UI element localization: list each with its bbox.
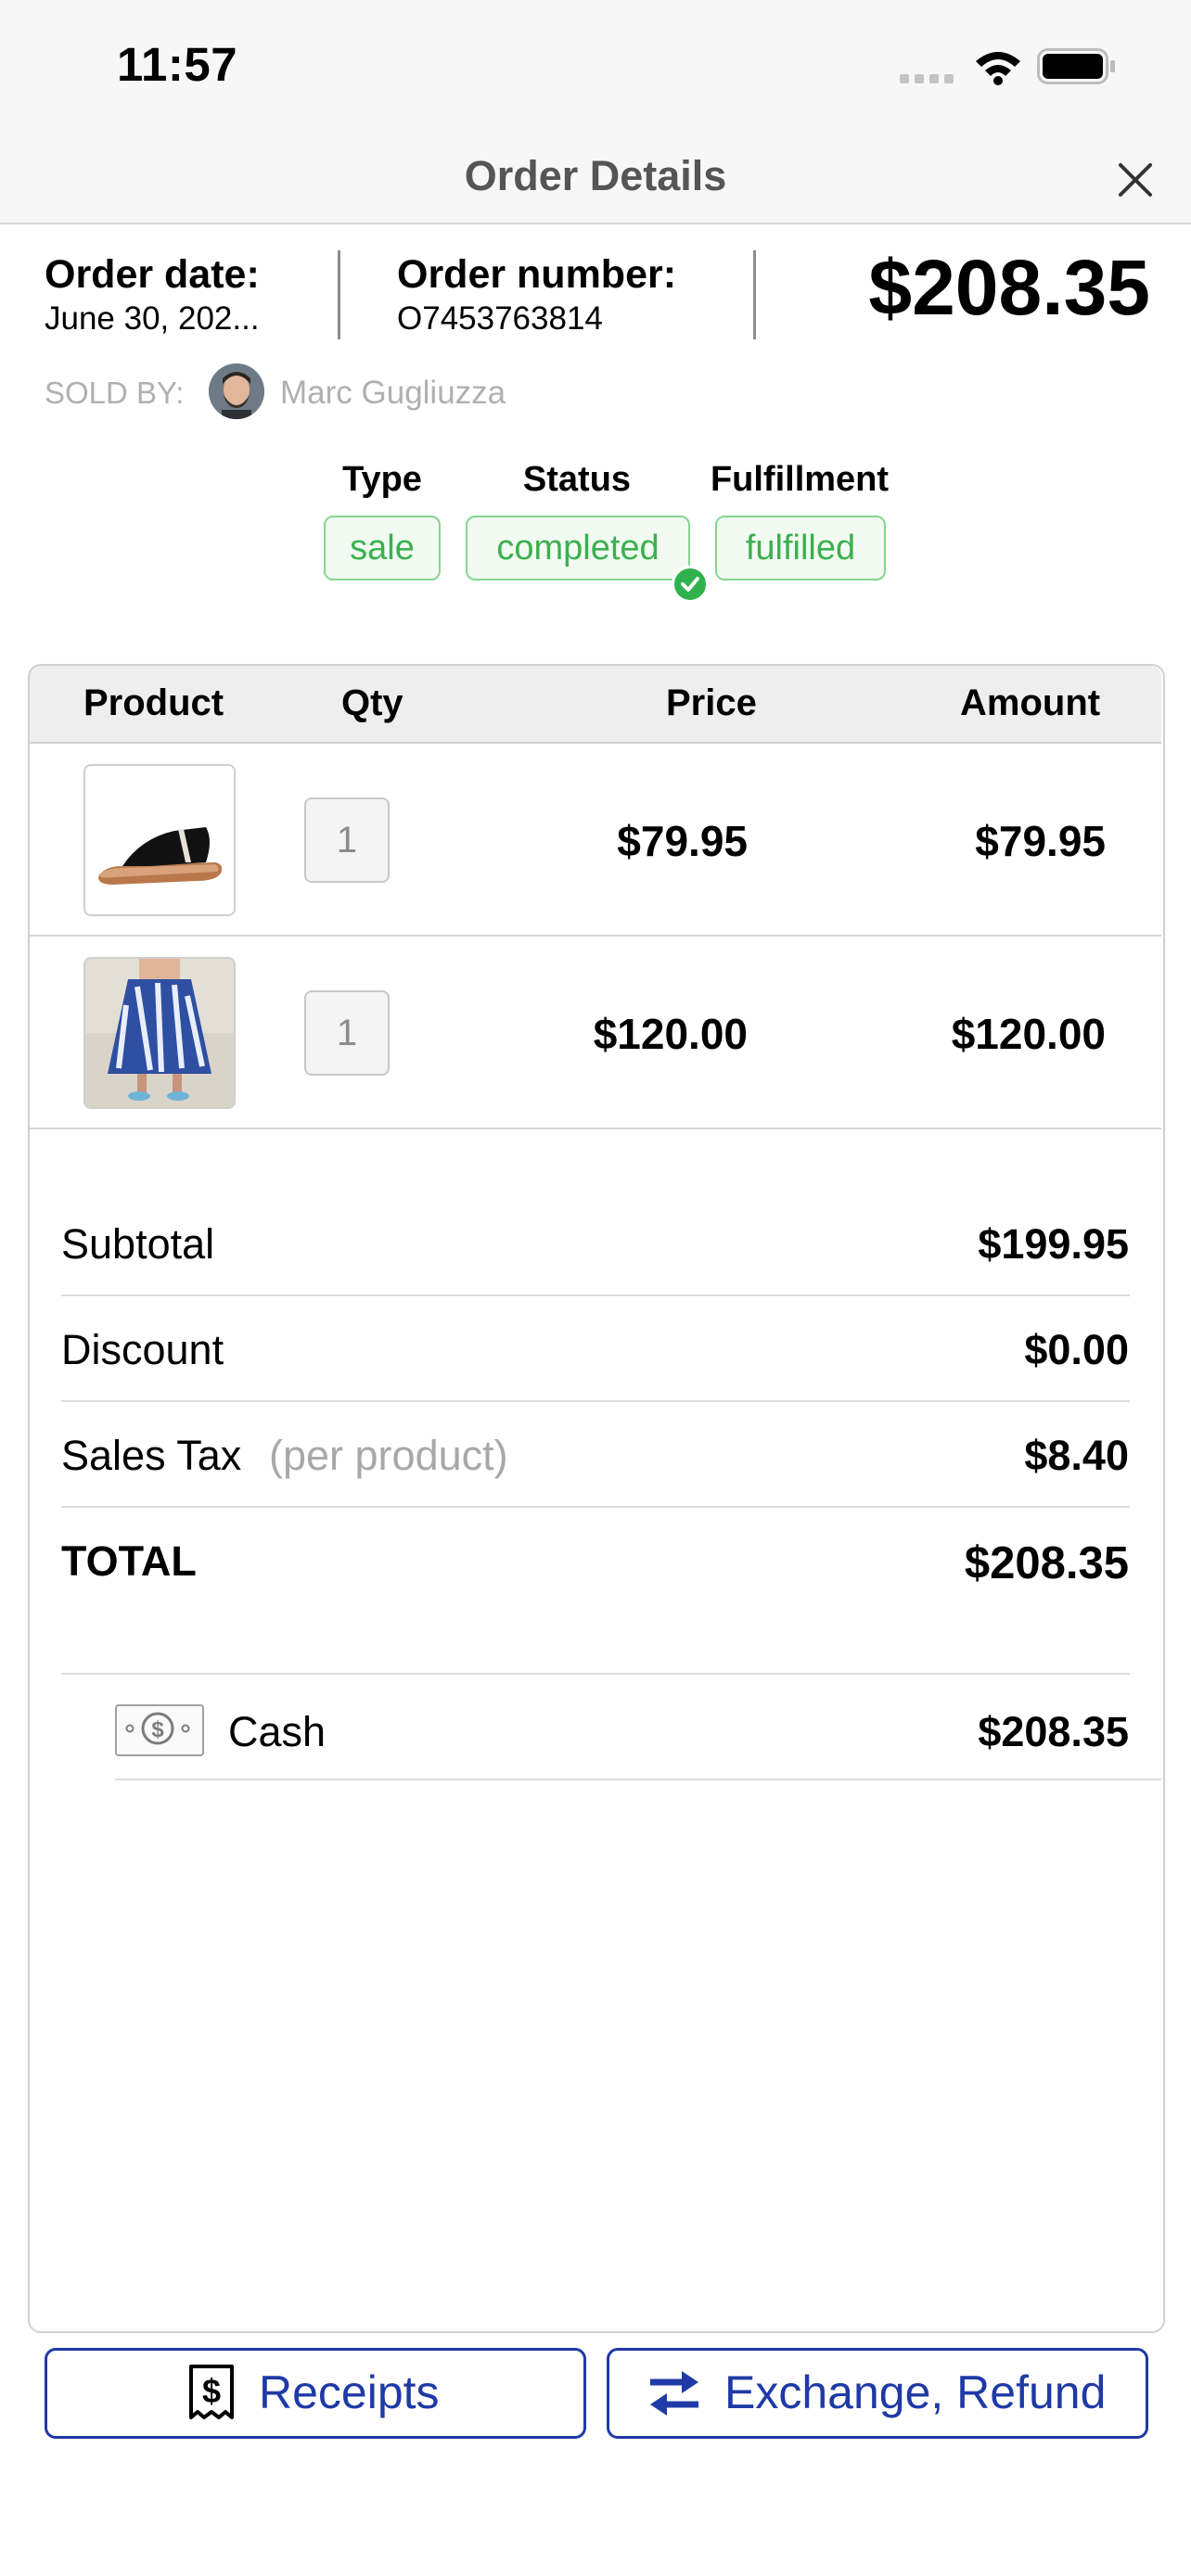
discount-value: $0.00 — [1024, 1326, 1129, 1373]
sales-tax-label: Sales Tax — [61, 1432, 242, 1479]
signal-icon — [900, 74, 954, 83]
check-icon — [672, 566, 709, 603]
status-bar: 11:57 — [0, 0, 1191, 130]
divider — [61, 1294, 1130, 1296]
column-header-product: Product — [83, 682, 224, 723]
cash-icon: $ — [115, 1704, 204, 1756]
seller-name: Marc Gugliuzza — [280, 375, 506, 411]
amount-cell: $79.95 — [975, 817, 1106, 865]
table-row[interactable]: 1 $79.95 $79.95 — [30, 744, 1161, 935]
avatar — [209, 363, 264, 419]
fulfillment-label: Fulfillment — [710, 460, 890, 499]
sold-by-label: SOLD BY: — [45, 376, 185, 410]
sales-tax-note: (per product) — [269, 1432, 508, 1479]
receipts-label: Receipts — [259, 2366, 440, 2418]
svg-text:$: $ — [202, 2372, 221, 2410]
swap-arrows-icon — [650, 2371, 698, 2416]
qty-field[interactable]: 1 — [304, 797, 390, 883]
order-date-value: June 30, 202... — [45, 300, 260, 337]
divider — [61, 1506, 1130, 1508]
subtotal-label: Subtotal — [61, 1220, 215, 1268]
exchange-refund-button[interactable]: Exchange, Refund — [607, 2348, 1148, 2439]
order-total: $208.35 — [868, 244, 1150, 331]
battery-icon — [1037, 48, 1115, 84]
divider — [338, 250, 340, 339]
payment-method: Cash — [228, 1708, 327, 1755]
order-date-label: Order date: — [45, 252, 260, 297]
receipt-icon: $ — [189, 2365, 234, 2419]
column-header-amount: Amount — [960, 682, 1101, 723]
column-header-qty: Qty — [341, 682, 403, 723]
exchange-refund-label: Exchange, Refund — [724, 2366, 1107, 2418]
discount-label: Discount — [61, 1326, 224, 1373]
nav-header: Order Details — [0, 130, 1191, 224]
type-badge: sale — [324, 516, 441, 580]
wifi-icon — [976, 52, 1020, 85]
status-badge: completed — [466, 516, 690, 580]
status-label: Status — [522, 460, 632, 499]
divider — [115, 1779, 1161, 1780]
divider — [61, 1400, 1130, 1402]
order-number-label: Order number: — [397, 252, 677, 297]
divider — [61, 1673, 1130, 1675]
total-value: $208.35 — [964, 1538, 1129, 1588]
svg-text:$: $ — [151, 1717, 164, 1742]
receipts-button[interactable]: $ Receipts — [45, 2348, 586, 2439]
type-label: Type — [342, 460, 422, 499]
column-header-price: Price — [666, 682, 757, 723]
qty-field[interactable]: 1 — [304, 990, 390, 1076]
order-number-value: O7453763814 — [397, 300, 603, 337]
amount-cell: $120.00 — [951, 1010, 1106, 1058]
divider — [30, 1128, 1161, 1129]
page-title: Order Details — [464, 152, 727, 199]
product-image-skirt[interactable] — [83, 957, 236, 1109]
subtotal-value: $199.95 — [978, 1220, 1129, 1268]
table-row[interactable]: 1 $120.00 $120.00 — [30, 937, 1161, 1128]
status-time: 11:57 — [117, 38, 238, 91]
total-label: TOTAL — [61, 1537, 197, 1585]
fulfillment-badge: fulfilled — [715, 516, 886, 580]
divider — [753, 250, 756, 339]
price-cell: $79.95 — [617, 817, 748, 865]
payment-amount: $208.35 — [978, 1708, 1129, 1755]
sales-tax-value: $8.40 — [1024, 1432, 1129, 1479]
product-image-sandal[interactable] — [83, 764, 236, 916]
price-cell: $120.00 — [593, 1010, 748, 1058]
close-icon[interactable] — [1109, 154, 1161, 206]
